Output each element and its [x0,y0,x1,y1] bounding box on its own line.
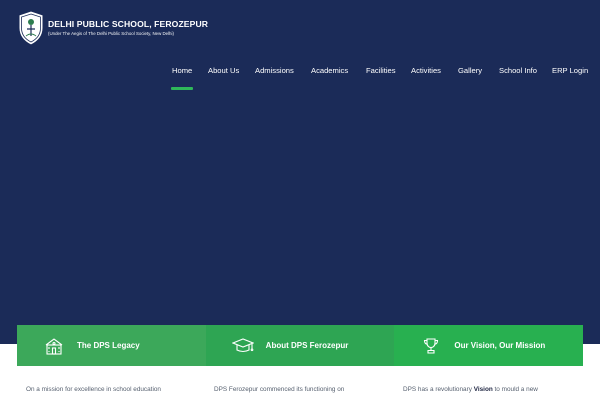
school-building-icon [43,335,65,357]
vision-keyword: Vision [473,386,493,393]
trophy-icon [420,335,442,357]
legacy-text: On a mission for excellence in school ed… [26,386,161,393]
card-label: About DPS Ferozepur [265,341,349,350]
nav-item-about-us[interactable]: About Us [208,66,239,76]
school-logo[interactable]: DELHI PUBLIC SCHOOL, FEROZEPUR (Under Th… [17,10,208,46]
nav-item-gallery[interactable]: Gallery [458,66,482,76]
nav-item-school-info[interactable]: School Info [499,66,537,76]
nav-item-activities[interactable]: Activities [411,66,441,76]
card-vision-mission[interactable]: Our Vision, Our Mission [394,325,584,366]
about-text: DPS Ferozepur commenced its functioning … [214,386,345,393]
school-name: DELHI PUBLIC SCHOOL, FEROZEPUR [48,19,209,29]
card-label: The DPS Legacy [77,341,140,350]
vision-text-pre: DPS has a revolutionary [403,386,474,393]
card-dps-legacy[interactable]: The DPS Legacy [17,325,206,366]
main-nav: Home About Us Admissions Academics Facil… [0,66,600,90]
feature-cards: The DPS Legacy About DPS Ferozepur Our V… [17,325,584,366]
nav-item-home[interactable]: Home [170,66,194,90]
vision-text-post: to mould a new [492,386,538,393]
nav-item-academics[interactable]: Academics [311,66,348,76]
graduation-cap-icon [231,335,254,357]
school-subtitle: (Under The Aegis of The Delhi Public Sch… [48,31,174,36]
card-about-dps-ferozepur[interactable]: About DPS Ferozepur [205,325,395,366]
card-label: Our Vision, Our Mission [454,341,546,350]
nav-item-erp-login[interactable]: ERP Login [552,66,588,76]
nav-item-facilities[interactable]: Facilities [366,66,396,76]
school-crest-icon [18,10,44,46]
hero-banner [0,0,600,344]
vision-text: DPS has a revolutionary Vision to mould … [403,385,559,395]
nav-item-admissions[interactable]: Admissions [255,66,294,76]
